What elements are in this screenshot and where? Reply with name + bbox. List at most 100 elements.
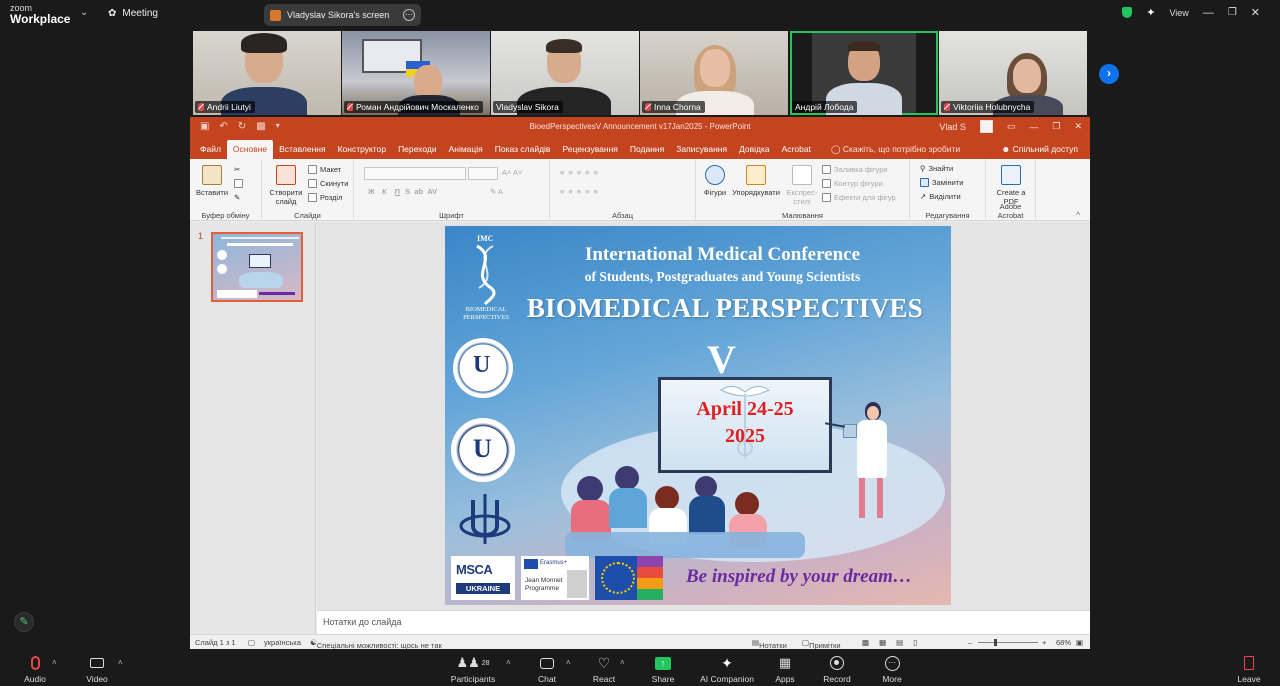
apps-button[interactable]: ▦ Apps — [770, 654, 800, 684]
reset-button[interactable]: Скинути — [308, 179, 348, 188]
list-buttons[interactable]: ≡≡≡≡≡ — [560, 168, 602, 177]
tab-slideshow[interactable]: Показ слайдів — [489, 140, 557, 159]
paste-button[interactable]: Вставити — [194, 159, 230, 197]
cut-icon[interactable]: ✂ — [234, 165, 240, 174]
audio-options-chevron-icon[interactable]: ˄ — [52, 658, 57, 667]
title-bar-controls: Vlad S ▭ — ❐ ✕ — [939, 120, 1082, 133]
tab-acrobat[interactable]: Acrobat — [776, 140, 817, 159]
slide-thumbnail[interactable] — [211, 232, 303, 302]
lecturer-leg — [877, 478, 883, 518]
slide-thumbnails-pane: 1 — [190, 222, 316, 634]
alignment-buttons[interactable]: ≡≡≡≡≡ — [560, 187, 602, 196]
chat-button[interactable]: Chat — [532, 654, 562, 684]
spellcheck-icon[interactable]: ▢ — [248, 638, 255, 647]
find-button[interactable]: ⚲ Знайти — [920, 164, 953, 173]
leave-button[interactable]: Leave — [1234, 654, 1264, 684]
zoom-out-icon[interactable]: – — [968, 638, 972, 647]
view-buttons[interactable]: ▩▦▤▯ — [862, 638, 927, 647]
tab-review[interactable]: Рецензування — [556, 140, 623, 159]
replace-button[interactable]: Замінити — [920, 178, 963, 187]
restore-icon[interactable]: ❐ — [1052, 121, 1060, 132]
font-size-dropdown[interactable] — [468, 167, 498, 180]
tab-help[interactable]: Довідка — [733, 140, 776, 159]
copy-icon[interactable] — [234, 179, 243, 188]
shapes-button[interactable]: Фігури — [700, 159, 730, 197]
fit-slide-icon[interactable]: ▣ — [1076, 638, 1083, 647]
bold-italic-underline-buttons[interactable]: Ж К П S ab AV — [368, 187, 437, 196]
participants-button[interactable]: ♟♟ 28 Participants — [450, 654, 496, 684]
tab-transitions[interactable]: Переходи — [392, 140, 443, 159]
close-icon[interactable]: ✕ — [1074, 121, 1082, 132]
video-options-chevron-icon[interactable]: ˄ — [118, 658, 123, 667]
font-color-button[interactable]: ✎ A — [490, 187, 503, 196]
video-tile-3[interactable]: Vladyslav Sikora — [491, 31, 639, 115]
collapse-ribbon-icon[interactable]: ˄ — [1076, 209, 1080, 218]
leave-door-icon — [1244, 656, 1254, 670]
react-button[interactable]: ♡ React — [589, 654, 619, 685]
notes-toggle[interactable]: ▤ Нотатки — [752, 638, 787, 649]
slide-canvas[interactable]: IMC BIOMEDICAL PERSPECTIVES U U Internati… — [445, 226, 951, 605]
video-tile-2[interactable]: Роман Андрійович Москаленко — [342, 31, 490, 115]
record-button[interactable]: Record — [822, 654, 852, 684]
participants-options-chevron-icon[interactable]: ˄ — [506, 658, 511, 667]
date-days: April 24-25 — [696, 398, 794, 420]
section-button[interactable]: Розділ — [308, 193, 342, 202]
more-options-icon[interactable]: ⋯ — [403, 9, 415, 21]
zoom-slider-thumb[interactable] — [994, 639, 997, 646]
shape-fill-button[interactable]: Заливка фігури — [822, 165, 888, 174]
participant-name-tag: Inna Chorna — [642, 101, 705, 113]
minimize-icon[interactable]: — — [1203, 7, 1214, 19]
audio-button[interactable]: Audio — [20, 654, 50, 684]
ai-sparkle-icon[interactable]: ✦ — [1146, 6, 1155, 19]
tab-home[interactable]: Основне — [226, 140, 274, 159]
tab-design[interactable]: Конструктор — [332, 140, 392, 159]
ribbon-display-icon[interactable]: ▭ — [1007, 121, 1016, 132]
tell-me-search[interactable]: ◯ Скажіть, що потрібно зробити — [825, 140, 966, 159]
share-button[interactable]: ☻ Спільний доступ — [995, 140, 1084, 159]
layout-button[interactable]: Макет — [308, 165, 341, 174]
tab-insert[interactable]: Вставлення — [273, 140, 331, 159]
user-avatar[interactable] — [979, 120, 993, 133]
font-size-buttons[interactable]: A˄ A˅ — [502, 168, 522, 177]
share-screen-button[interactable]: ↑ Share — [648, 654, 678, 684]
video-tile-5-active-speaker[interactable]: Андрій Лобода — [790, 31, 938, 115]
font-name-dropdown[interactable] — [364, 167, 466, 180]
zoom-level[interactable]: 68% — [1056, 638, 1071, 647]
react-options-chevron-icon[interactable]: ˄ — [620, 658, 625, 667]
annotate-pencil-icon[interactable]: ✎ — [14, 612, 34, 632]
create-pdf-button[interactable]: Create a PDF — [990, 159, 1032, 206]
meeting-info-button[interactable]: ✿ Meeting — [108, 8, 158, 19]
screen-share-indicator[interactable]: Vladyslav Sikora's screen ⋯ — [264, 4, 421, 26]
shape-outline-button[interactable]: Контур фігури — [822, 179, 883, 188]
video-tile-1[interactable]: Andrii Liutyi — [193, 31, 341, 115]
ai-companion-button[interactable]: ✦ AI Companion — [698, 654, 756, 685]
accessibility-status[interactable]: ☯ Спеціальні можливості: щось не так — [310, 638, 442, 649]
chat-options-chevron-icon[interactable]: ˄ — [566, 658, 571, 667]
zoom-slider[interactable] — [978, 642, 1038, 643]
video-button[interactable]: Video — [82, 654, 112, 684]
tab-animations[interactable]: Анімація — [443, 140, 489, 159]
close-icon[interactable]: ✕ — [1251, 6, 1260, 19]
zoom-in-icon[interactable]: + — [1042, 638, 1046, 647]
notes-pane[interactable]: Нотатки до слайда — [317, 610, 1090, 634]
view-button[interactable]: View — [1169, 8, 1188, 18]
tab-file[interactable]: Файл — [194, 140, 227, 159]
video-tile-4[interactable]: Inna Chorna — [640, 31, 788, 115]
shape-effects-button[interactable]: Ефекти для фігур — [822, 193, 896, 202]
tab-recording[interactable]: Записування — [670, 140, 733, 159]
minimize-icon[interactable]: — — [1029, 122, 1038, 132]
arrange-button[interactable]: Упорядкувати — [730, 159, 782, 197]
format-painter-icon[interactable]: ✎ — [234, 193, 240, 202]
tab-view[interactable]: Подання — [624, 140, 670, 159]
new-slide-button[interactable]: Створити слайд — [266, 159, 306, 206]
restore-icon[interactable]: ❐ — [1228, 7, 1237, 18]
language-indicator[interactable]: українська — [264, 638, 301, 647]
quick-styles-button[interactable]: Експрес-стилі — [784, 159, 820, 206]
user-name[interactable]: Vlad S — [939, 122, 966, 132]
app-menu-chevron-icon[interactable]: ⌄ — [80, 7, 88, 18]
video-tile-6[interactable]: Viktoriia Holubnycha — [939, 31, 1087, 115]
select-button[interactable]: ↗ Виділити — [920, 192, 961, 201]
next-page-chevron-icon[interactable]: › — [1099, 64, 1119, 84]
comments-toggle[interactable]: ▢ Примітки — [802, 638, 841, 649]
more-button[interactable]: ⋯ More — [877, 654, 907, 684]
